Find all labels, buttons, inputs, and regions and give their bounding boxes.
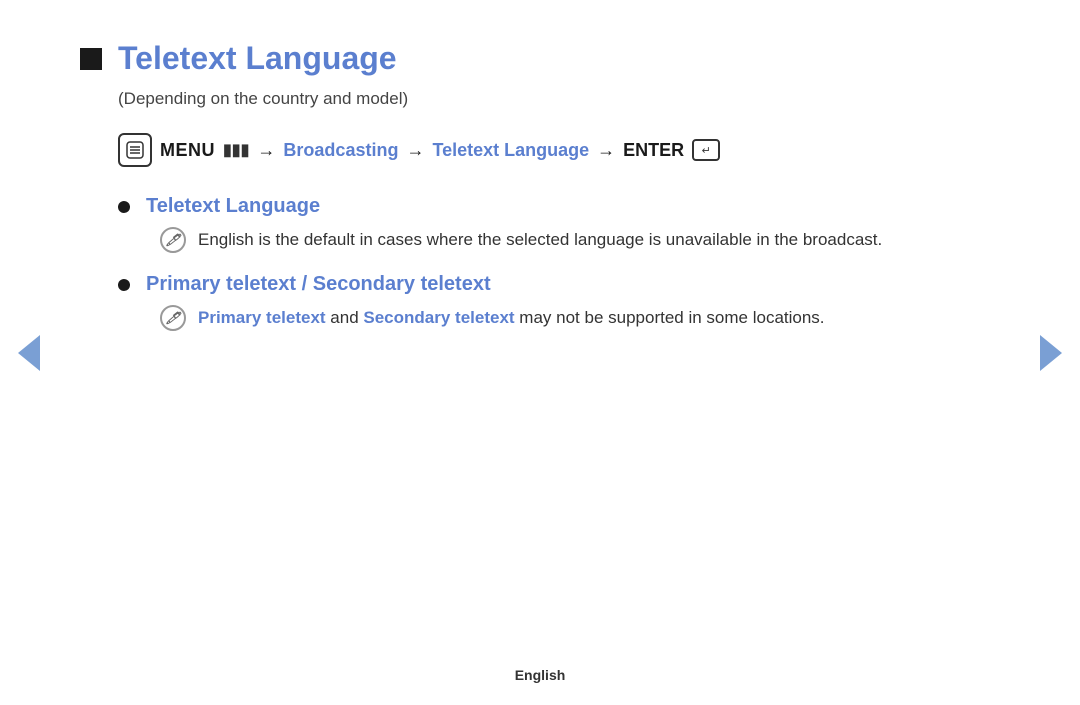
title-row: Teletext Language <box>80 40 900 77</box>
bullet-section-1: Teletext Language 🖊 English is the defau… <box>80 195 900 253</box>
subtitle: (Depending on the country and model) <box>118 89 900 109</box>
broadcasting-link: Broadcasting <box>283 140 398 161</box>
enter-icon: ↵ <box>692 139 720 161</box>
page-content: Teletext Language (Depending on the coun… <box>0 0 980 391</box>
title-icon <box>80 48 102 70</box>
note-icon-2: 🖊 <box>160 305 186 331</box>
secondary-highlight: Secondary teletext <box>363 308 514 327</box>
note-item-1: 🖊 English is the default in cases where … <box>160 226 900 253</box>
secondary-teletext-label: Secondary teletext <box>313 273 491 295</box>
menu-text: MENU <box>160 140 215 161</box>
bullet-label-1: Teletext Language <box>146 195 320 218</box>
note-item-2: 🖊 Primary teletext and Secondary teletex… <box>160 304 900 331</box>
note-text-1: English is the default in cases where th… <box>198 226 882 253</box>
bullet-dot-1 <box>118 201 130 213</box>
nav-left-arrow[interactable] <box>18 335 40 371</box>
arrow-1: → <box>257 140 275 161</box>
teletext-language-link: Teletext Language <box>432 140 589 161</box>
primary-teletext-label: Primary teletext <box>146 273 296 295</box>
bullet-dot-2 <box>118 279 130 291</box>
footer: English <box>515 667 566 683</box>
page-title: Teletext Language <box>118 40 397 77</box>
menu-path: MENU ▮▮▮ → Broadcasting → Teletext Langu… <box>118 133 900 167</box>
bullet-item-1: Teletext Language <box>118 195 900 218</box>
menu-icon <box>118 133 152 167</box>
bullet-section-2: Primary teletext / Secondary teletext 🖊 … <box>80 273 900 331</box>
arrow-3: → <box>597 140 615 161</box>
primary-highlight: Primary teletext <box>198 308 326 327</box>
slash-separator: / <box>296 273 313 295</box>
bullet-item-2: Primary teletext / Secondary teletext <box>118 273 900 296</box>
nav-right-arrow[interactable] <box>1040 335 1062 371</box>
note-text-2: Primary teletext and Secondary teletext … <box>198 304 825 331</box>
bullet-label-2: Primary teletext / Secondary teletext <box>146 273 491 296</box>
note-icon-1: 🖊 <box>160 227 186 253</box>
enter-text: ENTER <box>623 140 684 161</box>
arrow-2: → <box>406 140 424 161</box>
